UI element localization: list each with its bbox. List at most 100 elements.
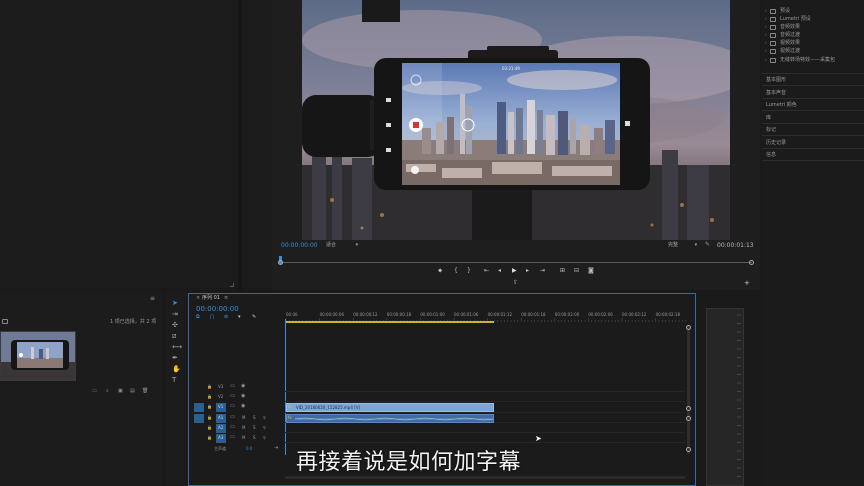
slip-tool-icon[interactable]: ⟷ <box>172 344 182 351</box>
effects-folder-5[interactable]: › 视频过渡 <box>764 48 860 55</box>
panel-menu-icon[interactable]: ≡ <box>224 296 228 301</box>
button-editor-icon[interactable]: + <box>744 280 750 287</box>
mark-out-icon[interactable]: } <box>467 268 471 274</box>
scroll-handle-bottom[interactable] <box>686 447 691 452</box>
solo-button[interactable]: S <box>253 416 256 420</box>
track-select-tool-icon[interactable]: ⇥ <box>172 311 178 318</box>
close-icon[interactable]: × <box>196 296 200 301</box>
selection-tool-icon[interactable]: ➤ <box>172 300 178 307</box>
lock-icon[interactable]: 🔒 <box>207 436 212 440</box>
trash-icon[interactable]: 🗑 <box>142 389 148 394</box>
section-info[interactable]: 信息 <box>762 149 864 161</box>
scroll-handle-top[interactable] <box>686 325 691 330</box>
sync-lock-icon[interactable]: ▭ <box>230 415 235 420</box>
sync-lock-icon[interactable]: ▭ <box>230 404 235 409</box>
lock-icon[interactable]: 🔒 <box>207 385 212 389</box>
video-track-v1[interactable]: 🔒 V1 ▭ ◉ <box>192 403 284 412</box>
sync-lock-icon[interactable]: ▭ <box>230 394 235 399</box>
step-back-icon[interactable]: ◂ <box>498 268 501 274</box>
section-markers[interactable]: 标记 <box>762 124 864 136</box>
audio-track-a3[interactable]: 🔒 A3 ▭ M S ⚲ <box>192 434 284 443</box>
effects-folder-4[interactable]: › 视频效果 <box>764 40 860 47</box>
effects-folder-1[interactable]: › Lumetri 预设 <box>764 16 860 23</box>
hand-tool-icon[interactable]: ✋ <box>172 366 181 373</box>
export-frame-icon[interactable]: ◙ <box>588 268 594 274</box>
new-item-icon[interactable]: ▣ <box>118 389 123 394</box>
nest-toggle-icon[interactable]: ⧉ <box>196 315 200 320</box>
folder-icon[interactable] <box>2 319 8 324</box>
solo-button[interactable]: S <box>253 436 256 440</box>
ripple-edit-tool-icon[interactable]: ✣ <box>172 322 178 329</box>
add-marker-icon[interactable]: ⬥ <box>438 268 442 274</box>
lift-icon[interactable]: ⊞ <box>560 268 565 274</box>
effects-folder-6[interactable]: › 无缝转场特效——采集包 <box>764 57 860 64</box>
sync-lock-icon[interactable]: ▭ <box>230 425 235 430</box>
solo-button[interactable]: S <box>253 426 256 430</box>
master-volume[interactable]: 0.0 <box>246 447 252 451</box>
type-tool-icon[interactable]: T <box>172 377 176 384</box>
pen-tool-icon[interactable]: ✒ <box>172 355 178 362</box>
scroll-handle-mid[interactable] <box>686 406 691 411</box>
program-quality-dropdown[interactable]: 完整 ▾ <box>668 243 697 248</box>
linked-selection-icon[interactable]: ⋒ <box>224 315 228 320</box>
snap-icon[interactable]: ⋂ <box>210 315 214 320</box>
eye-icon[interactable]: ◉ <box>241 384 245 389</box>
mark-in-icon[interactable]: { <box>454 268 458 274</box>
audio-track-a1[interactable]: 🔒 A1 ▭ M S ⚲ <box>192 414 284 423</box>
lock-icon[interactable]: 🔒 <box>207 405 212 409</box>
mute-button[interactable]: M <box>242 426 245 430</box>
wrench-icon[interactable]: ✎ <box>705 242 710 248</box>
mute-button[interactable]: M <box>242 436 245 440</box>
video-track-v3[interactable]: 🔒 V3 ▭ ◉ <box>192 383 284 392</box>
vertical-scrollbar[interactable] <box>687 326 690 454</box>
panel-resize-handle[interactable] <box>230 283 234 287</box>
track-lane-a3[interactable] <box>285 434 685 443</box>
section-lumetri-color[interactable]: Lumetri 颜色 <box>762 99 864 111</box>
section-history[interactable]: 历史记录 <box>762 137 864 149</box>
track-lane-v3[interactable] <box>285 383 685 392</box>
lock-icon[interactable]: 🔒 <box>207 395 212 399</box>
step-forward-icon[interactable]: ▸ <box>526 268 529 274</box>
scrubber-start-handle[interactable] <box>278 260 283 265</box>
mic-icon[interactable]: ⚲ <box>263 426 266 430</box>
effects-folder-3[interactable]: › 音频过渡 <box>764 32 860 39</box>
program-scrubber-bar[interactable] <box>280 262 752 263</box>
sync-lock-icon[interactable]: ▭ <box>230 384 235 389</box>
effects-folder-0[interactable]: › 预设 <box>764 8 860 15</box>
clear-icon[interactable]: ▤ <box>130 389 135 394</box>
go-to-out-icon[interactable]: ⇥ <box>540 268 545 274</box>
scrubber-end-handle[interactable] <box>749 260 754 265</box>
extract-icon[interactable]: ⊟ <box>574 268 579 274</box>
go-to-in-icon[interactable]: ⇤ <box>484 268 489 274</box>
search-icon[interactable]: ⌕ <box>106 389 109 394</box>
panel-menu-icon[interactable]: ≡ <box>150 296 155 302</box>
scroll-handle-mid2[interactable] <box>686 416 691 421</box>
timeline-timecode[interactable]: 00:00:00:00 <box>196 306 239 313</box>
track-lane-a2[interactable] <box>285 424 685 433</box>
program-timecode[interactable]: 00:00:00:00 <box>281 243 318 249</box>
export-icon[interactable]: ⇧ <box>513 280 518 286</box>
audio-track-a2[interactable]: 🔒 A2 ▭ M S ⚲ <box>192 424 284 433</box>
settings-wrench-icon[interactable]: ✎ <box>252 315 256 320</box>
go-to-end-icon[interactable]: ⇥ <box>274 446 278 451</box>
section-libraries[interactable]: 库 <box>762 112 864 124</box>
section-essential-graphics[interactable]: 基本图形 <box>762 74 864 86</box>
project-media-tile[interactable] <box>0 331 76 381</box>
work-area-bar[interactable] <box>286 321 494 323</box>
new-bin-icon[interactable]: ▭ <box>92 389 97 394</box>
mute-button[interactable]: M <box>242 416 245 420</box>
video-clip[interactable]: fx VID_20180620_152825.mp4 [V] <box>286 403 494 412</box>
program-fit-dropdown[interactable]: 适合 ▾ <box>326 243 358 248</box>
sync-lock-icon[interactable]: ▭ <box>230 435 235 440</box>
source-patch-v1[interactable] <box>194 403 204 412</box>
play-icon[interactable]: ▶ <box>512 268 517 274</box>
source-patch-a1[interactable] <box>194 414 204 423</box>
lock-icon[interactable]: 🔒 <box>207 416 212 420</box>
master-track[interactable]: 主声道 0.0 ⇥ <box>192 445 284 454</box>
effects-folder-2[interactable]: › 音频效果 <box>764 24 860 31</box>
eye-icon[interactable]: ◉ <box>241 404 245 409</box>
section-essential-sound[interactable]: 基本声音 <box>762 87 864 99</box>
track-lane-v2[interactable] <box>285 393 685 402</box>
eye-icon[interactable]: ◉ <box>241 394 245 399</box>
timeline-tab[interactable]: × 序列 01 ≡ <box>196 295 236 303</box>
